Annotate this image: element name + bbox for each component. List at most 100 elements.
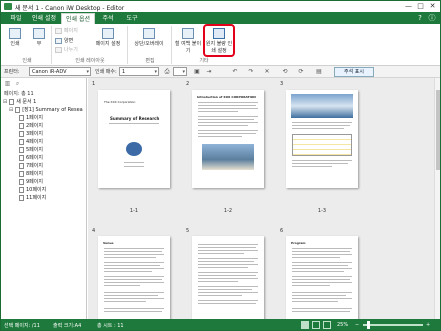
tree-page[interactable]: 6페이지 (19, 154, 43, 162)
group-label-layout: 인쇄 레이아웃 (75, 58, 105, 64)
ribbon: 인쇄 부 페이지 양면 나누기 페이지 설정 상단/오버레이 철 여백 붙이기 … (1, 24, 440, 66)
print-count-label: 인쇄 매수: (95, 69, 117, 75)
page-thumbnail[interactable] (286, 90, 358, 188)
page-view-icon[interactable] (312, 321, 320, 329)
rotate-right-icon[interactable]: ⟳ (297, 68, 305, 75)
print-dropdown[interactable] (173, 67, 187, 76)
vertical-scrollbar[interactable] (434, 78, 440, 319)
page-number: 2 (186, 81, 190, 87)
save-icon[interactable]: ▣ (193, 68, 201, 75)
app-icon (4, 3, 12, 10)
thumbnail-view-icon[interactable] (301, 321, 309, 329)
print-button[interactable]: 인쇄 (3, 26, 27, 47)
page-thumbnail[interactable]: Venue (98, 236, 170, 319)
tab-print-settings[interactable]: 인쇄 설정 (29, 13, 59, 24)
tab-file[interactable]: 파일 (5, 13, 27, 24)
rotate-left-icon[interactable]: ⟲ (281, 68, 289, 75)
maximize-button[interactable]: □ (415, 2, 426, 11)
insert-icon[interactable]: ▤ (315, 68, 323, 75)
split-icon (55, 46, 62, 53)
tree-page[interactable]: 7페이지 (19, 162, 43, 170)
show-annotations-button[interactable]: 주석 표시 (334, 67, 374, 77)
info-icon[interactable]: ⓘ (428, 14, 436, 22)
page-icon (19, 179, 24, 185)
zoom-slider-knob[interactable] (367, 321, 370, 329)
collapse-icon: ⊟ (3, 99, 8, 105)
page-thumbnail[interactable] (192, 236, 264, 319)
page-thumbnail[interactable]: Program (286, 236, 358, 319)
page-caption: 1-3 (317, 208, 327, 214)
close-button[interactable]: ✕ (427, 2, 438, 11)
printer-icon[interactable]: ⎙ (163, 68, 171, 75)
document-icon (9, 99, 15, 105)
highlight-frame (203, 24, 235, 57)
page-thumbnail[interactable]: Introduction of XXX CORPORATION (192, 90, 264, 188)
minimize-button[interactable]: — (403, 2, 414, 11)
page-setup-button[interactable]: 페이지 설정 (93, 26, 123, 47)
binding-margin-button[interactable]: 철 여백 붙이기 (173, 26, 203, 54)
page-number: 6 (280, 228, 284, 234)
tree-page[interactable]: 3페이지 (19, 130, 43, 138)
copies-icon (33, 28, 45, 39)
tab-annotation[interactable]: 주석 (97, 13, 119, 24)
zoom-level: 25% (337, 322, 349, 328)
pages-view-icon[interactable]: ▥ (4, 80, 11, 87)
chapter-icon (15, 107, 21, 113)
page-number: 1 (92, 81, 96, 87)
page-icon (19, 115, 24, 121)
page-setup-icon (102, 28, 114, 39)
pages-icon (55, 27, 62, 34)
tab-tools[interactable]: 도구 (121, 13, 143, 24)
page-icon (19, 131, 24, 137)
tree-page[interactable]: 4페이지 (19, 138, 43, 146)
ribbon-tabs: 파일 인쇄 설정 인쇄 옵션 주석 도구 ? ⓘ (1, 12, 440, 24)
title-bar: 새 문서 1 - Canon iW Desktop - Editor — □ ✕ (1, 1, 440, 12)
overlay-icon (143, 28, 155, 39)
page-caption: 1-1 (129, 208, 139, 214)
duplex-button[interactable]: 양면 (55, 37, 73, 44)
page-icon (19, 195, 24, 201)
group-label-edit: 편집 (145, 58, 155, 64)
tree-page[interactable]: 10페이지 (19, 186, 46, 194)
collapse-icon: ⊟ (9, 107, 14, 113)
sheet-count-status: 총 시트 : 11 (97, 323, 124, 329)
tab-print-options[interactable]: 인쇄 옵션 (61, 13, 95, 24)
print-count-input[interactable]: 1 (119, 67, 159, 76)
page-icon (19, 139, 24, 145)
page-number: 3 (280, 81, 284, 87)
scroll-thumb[interactable] (436, 90, 440, 170)
editor-window: 새 문서 1 - Canon iW Desktop - Editor — □ ✕… (0, 0, 441, 331)
zoom-in-icon[interactable]: + (426, 322, 430, 328)
zoom-out-icon[interactable]: − (355, 322, 359, 328)
group-separator (127, 26, 128, 64)
tree-page[interactable]: 1페이지 (19, 114, 43, 122)
page-icon (19, 171, 24, 177)
printer-select[interactable]: Canon iR-ADV (29, 67, 91, 76)
undo-icon[interactable]: ↶ (231, 68, 239, 75)
group-label-other: 기타 (199, 58, 209, 64)
search-icon[interactable]: ⌕ (14, 80, 21, 87)
split-button[interactable]: 나누기 (55, 46, 78, 53)
tree-page[interactable]: 2페이지 (19, 122, 43, 130)
page-icon (19, 147, 24, 153)
tree-doc[interactable]: ⊟ 새 문서 1 (3, 98, 36, 106)
copies-button[interactable]: 부 (27, 26, 51, 47)
binding-icon (182, 28, 194, 39)
fit-view-icon[interactable] (323, 321, 331, 329)
zoom-slider[interactable] (363, 324, 423, 326)
page-icon (19, 187, 24, 193)
tree-page[interactable]: 9페이지 (19, 178, 43, 186)
pages-button[interactable]: 페이지 (55, 27, 78, 34)
tree-page[interactable]: 5페이지 (19, 146, 43, 154)
tree-chapter[interactable]: ⊟ [장1] Summary of Resea (9, 106, 83, 114)
overlay-button[interactable]: 상단/오버레이 (129, 26, 169, 47)
help-icon[interactable]: ? (416, 14, 424, 22)
tree-page[interactable]: 8페이지 (19, 170, 43, 178)
tree-page[interactable]: 11페이지 (19, 194, 46, 202)
printer-icon (9, 28, 21, 39)
document-view: 1 2 3 4 5 6 The XXX Corporation Summary … (88, 78, 440, 319)
page-thumbnail[interactable]: The XXX Corporation Summary of Research (98, 90, 170, 188)
delete-icon[interactable]: ✕ (263, 68, 271, 75)
redo-icon[interactable]: ↷ (247, 68, 255, 75)
export-icon[interactable]: ⇥ (205, 68, 213, 75)
